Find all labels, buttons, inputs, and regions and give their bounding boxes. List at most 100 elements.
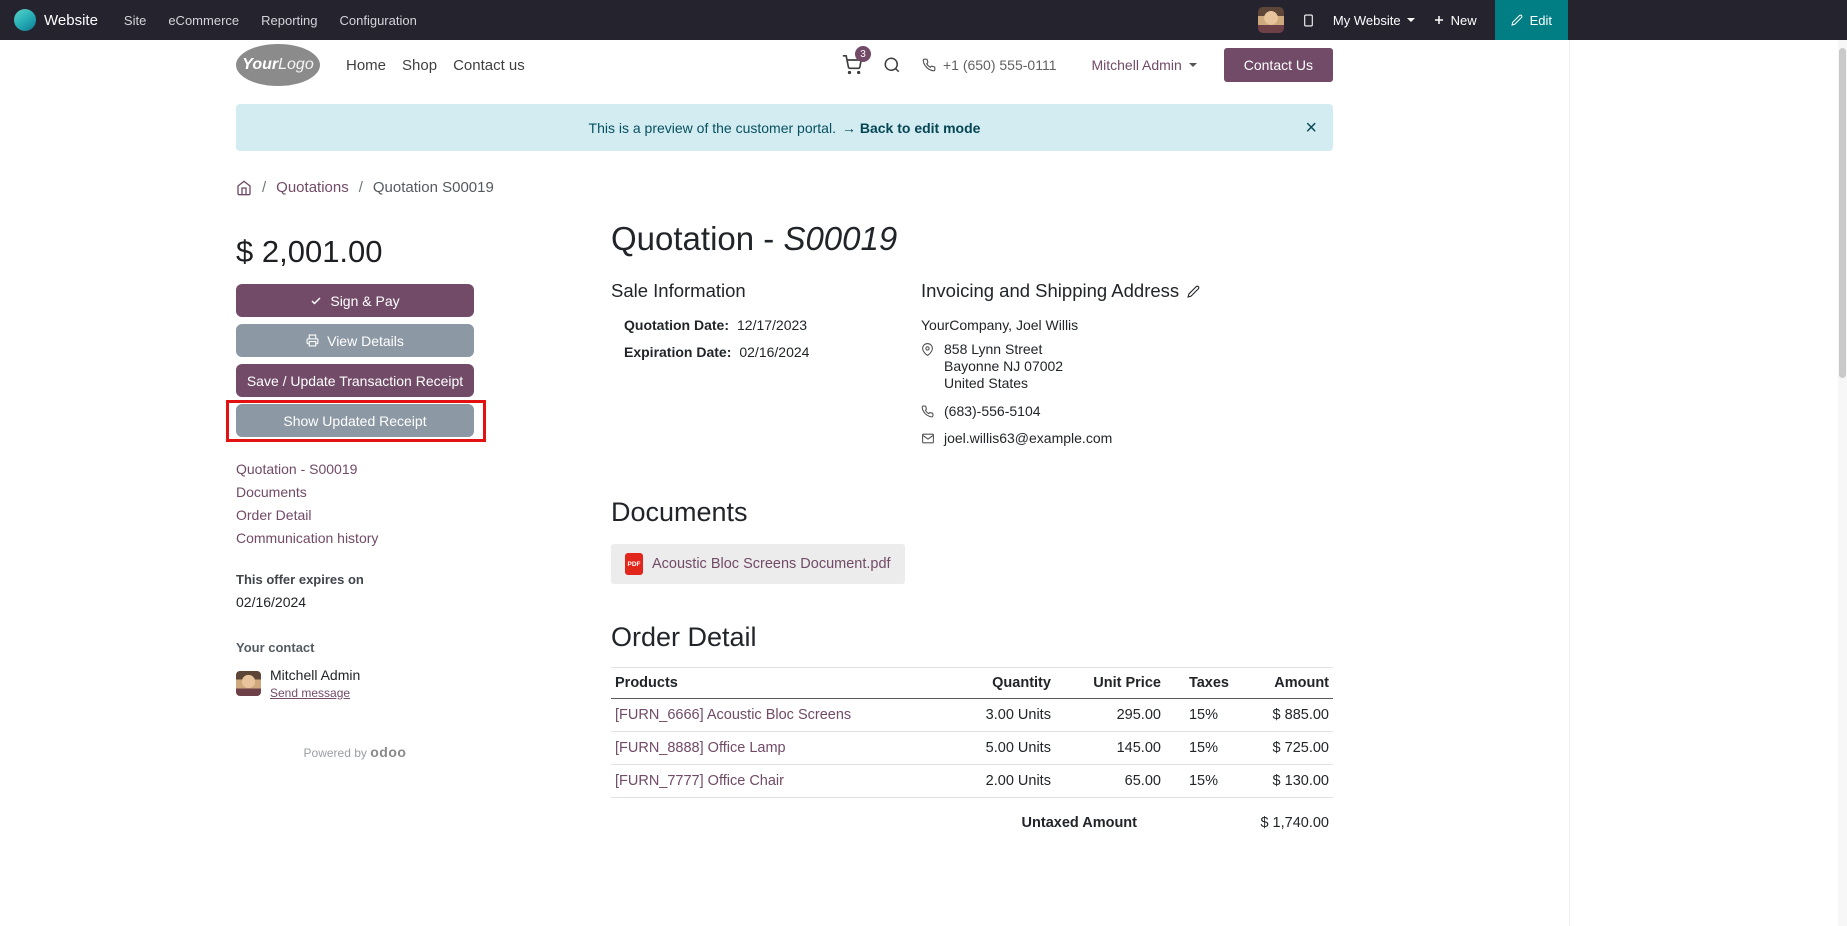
sidebar-link-quotation[interactable]: Quotation - S00019 [236, 461, 474, 477]
user-avatar[interactable] [1257, 7, 1284, 33]
printer-icon [306, 334, 319, 347]
app-name[interactable]: Website [44, 12, 98, 29]
portal-preview-banner: This is a preview of the customer portal… [236, 104, 1333, 151]
menu-reporting[interactable]: Reporting [261, 13, 317, 28]
breadcrumb-separator: / [358, 179, 363, 196]
back-to-edit-link[interactable]: → Back to edit mode [842, 120, 980, 136]
arrow-right-icon: → [841, 119, 856, 136]
order-table-header: Products Quantity Unit Price Taxes Amoun… [611, 667, 1333, 699]
address-phone: (683)-556-5104 [944, 403, 1041, 419]
untaxed-amount-label: Untaxed Amount [1021, 815, 1137, 831]
quotation-date-row: Quotation Date: 12/17/2023 [624, 317, 808, 333]
untaxed-amount-value: $ 1,740.00 [1260, 815, 1329, 831]
sidebar-link-communication-history[interactable]: Communication history [236, 530, 474, 546]
scrollbar[interactable] [1838, 40, 1847, 926]
portal-user-menu[interactable]: Mitchell Admin [1091, 57, 1197, 73]
document-link[interactable]: Acoustic Bloc Screens Document.pdf [652, 556, 891, 572]
table-row: [FURN_6666] Acoustic Bloc Screens 3.00 U… [611, 698, 1333, 732]
site-logo-text: Your [242, 56, 279, 73]
banner-wrap: This is a preview of the customer portal… [236, 104, 1333, 151]
offer-expires-date: 02/16/2024 [236, 594, 307, 610]
sale-information-heading: Sale Information [611, 280, 746, 301]
expiration-date-row: Expiration Date: 02/16/2024 [624, 344, 810, 360]
edit-button[interactable]: Edit [1494, 0, 1568, 40]
show-updated-receipt-button[interactable]: Show Updated Receipt [236, 404, 474, 437]
breadcrumb-separator: / [262, 179, 267, 196]
odoo-brand-link[interactable]: odoo [370, 744, 406, 760]
sign-pay-button[interactable]: Sign & Pay [236, 284, 474, 317]
edit-address-icon[interactable] [1187, 285, 1200, 298]
order-detail-section: Order Detail Products Quantity Unit Pric… [611, 622, 1333, 841]
product-link[interactable]: [FURN_7777] Office Chair [615, 773, 784, 789]
scrollbar-thumb[interactable] [1839, 48, 1846, 378]
site-header-right: 3 +1 (650) 555-0111 Mitchell Admin Conta… [842, 46, 1333, 82]
sidebar-link-documents[interactable]: Documents [236, 484, 474, 500]
table-row: [FURN_8888] Office Lamp 5.00 Units 145.0… [611, 731, 1333, 765]
backend-navbar: Website Site eCommerce Reporting Configu… [0, 0, 1847, 40]
col-products: Products [611, 667, 935, 699]
backend-menu: Site eCommerce Reporting Configuration [124, 13, 417, 28]
table-row: [FURN_7777] Office Chair 2.00 Units 65.0… [611, 764, 1333, 798]
address-email: joel.willis63@example.com [944, 430, 1113, 446]
quotation-total: $ 2,001.00 [236, 234, 383, 269]
search-button[interactable] [883, 56, 901, 74]
order-detail-heading: Order Detail [611, 622, 757, 652]
address-city: Bayonne NJ 07002 [944, 358, 1064, 374]
breadcrumb-quotations[interactable]: Quotations [276, 179, 349, 196]
site-nav: Home Shop Contact us [346, 57, 525, 74]
address-street: 858 Lynn Street [944, 341, 1043, 357]
powered-by: Powered by odoo [303, 744, 407, 760]
offer-expires-label: This offer expires on [236, 572, 364, 587]
portal-content: $ 2,001.00 Sign & Pay View Details Save … [226, 220, 1333, 841]
your-contact-label: Your contact [236, 640, 315, 655]
plus-icon [1434, 16, 1443, 24]
phone-icon [921, 403, 935, 419]
address-country: United States [944, 375, 1029, 391]
quotation-sidebar: $ 2,001.00 Sign & Pay View Details Save … [226, 220, 486, 841]
pencil-icon [1510, 14, 1522, 26]
home-icon[interactable] [236, 179, 252, 196]
website-preview: Your Logo Home Shop Contact us 3 +1 (650)… [0, 40, 1570, 926]
contact-name: Mitchell Admin [270, 667, 361, 683]
banner-text: This is a preview of the customer portal… [588, 119, 836, 136]
send-message-link[interactable]: Send message [270, 686, 360, 700]
contact-avatar [236, 671, 261, 696]
website-app-icon[interactable] [14, 9, 36, 31]
search-icon [884, 57, 900, 73]
order-table: Products Quantity Unit Price Taxes Amoun… [611, 667, 1333, 798]
site-header: Your Logo Home Shop Contact us 3 +1 (650)… [236, 40, 1333, 90]
mobile-preview-icon[interactable] [1302, 11, 1315, 30]
quotation-number: S00019 [783, 220, 898, 257]
document-attachment[interactable]: PDF Acoustic Bloc Screens Document.pdf [611, 544, 905, 584]
backend-navbar-right: My Website New Edit [1257, 0, 1568, 40]
product-link[interactable]: [FURN_8888] Office Lamp [615, 740, 786, 756]
header-phone[interactable]: +1 (650) 555-0111 [922, 57, 1056, 73]
edit-button-label: Edit [1529, 12, 1552, 28]
breadcrumb-current: Quotation S00019 [372, 179, 494, 196]
site-logo[interactable]: Your Logo [236, 44, 320, 86]
col-unit-price: Unit Price [1054, 667, 1165, 699]
save-update-receipt-button[interactable]: Save / Update Transaction Receipt [236, 364, 474, 397]
breadcrumb: / Quotations / Quotation S00019 [236, 179, 1333, 196]
address-phone-row: (683)-556-5104 [921, 403, 1333, 419]
menu-configuration[interactable]: Configuration [340, 13, 417, 28]
menu-ecommerce[interactable]: eCommerce [168, 13, 239, 28]
col-quantity: Quantity [934, 667, 1055, 699]
nav-contact-us[interactable]: Contact us [453, 57, 525, 74]
menu-site[interactable]: Site [124, 13, 146, 28]
new-button[interactable]: New [1433, 13, 1477, 28]
nav-home[interactable]: Home [346, 57, 386, 74]
product-link[interactable]: [FURN_6666] Acoustic Bloc Screens [615, 707, 851, 723]
contact-us-button[interactable]: Contact Us [1223, 48, 1333, 82]
untaxed-amount-row: Untaxed Amount $ 1,740.00 [611, 798, 1333, 841]
sidebar-link-order-detail[interactable]: Order Detail [236, 507, 474, 523]
view-details-button[interactable]: View Details [236, 324, 474, 357]
cart-button[interactable]: 3 [842, 46, 871, 75]
nav-shop[interactable]: Shop [402, 57, 437, 74]
cart-count-badge: 3 [854, 46, 871, 62]
banner-close-icon[interactable]: × [1305, 118, 1317, 138]
invoicing-shipping-address: Invoicing and Shipping Address YourCompa… [921, 280, 1333, 457]
address-company: YourCompany, Joel Willis [921, 317, 1079, 333]
website-switcher[interactable]: My Website [1333, 13, 1415, 28]
sale-information: Sale Information Quotation Date: 12/17/2… [611, 280, 921, 457]
